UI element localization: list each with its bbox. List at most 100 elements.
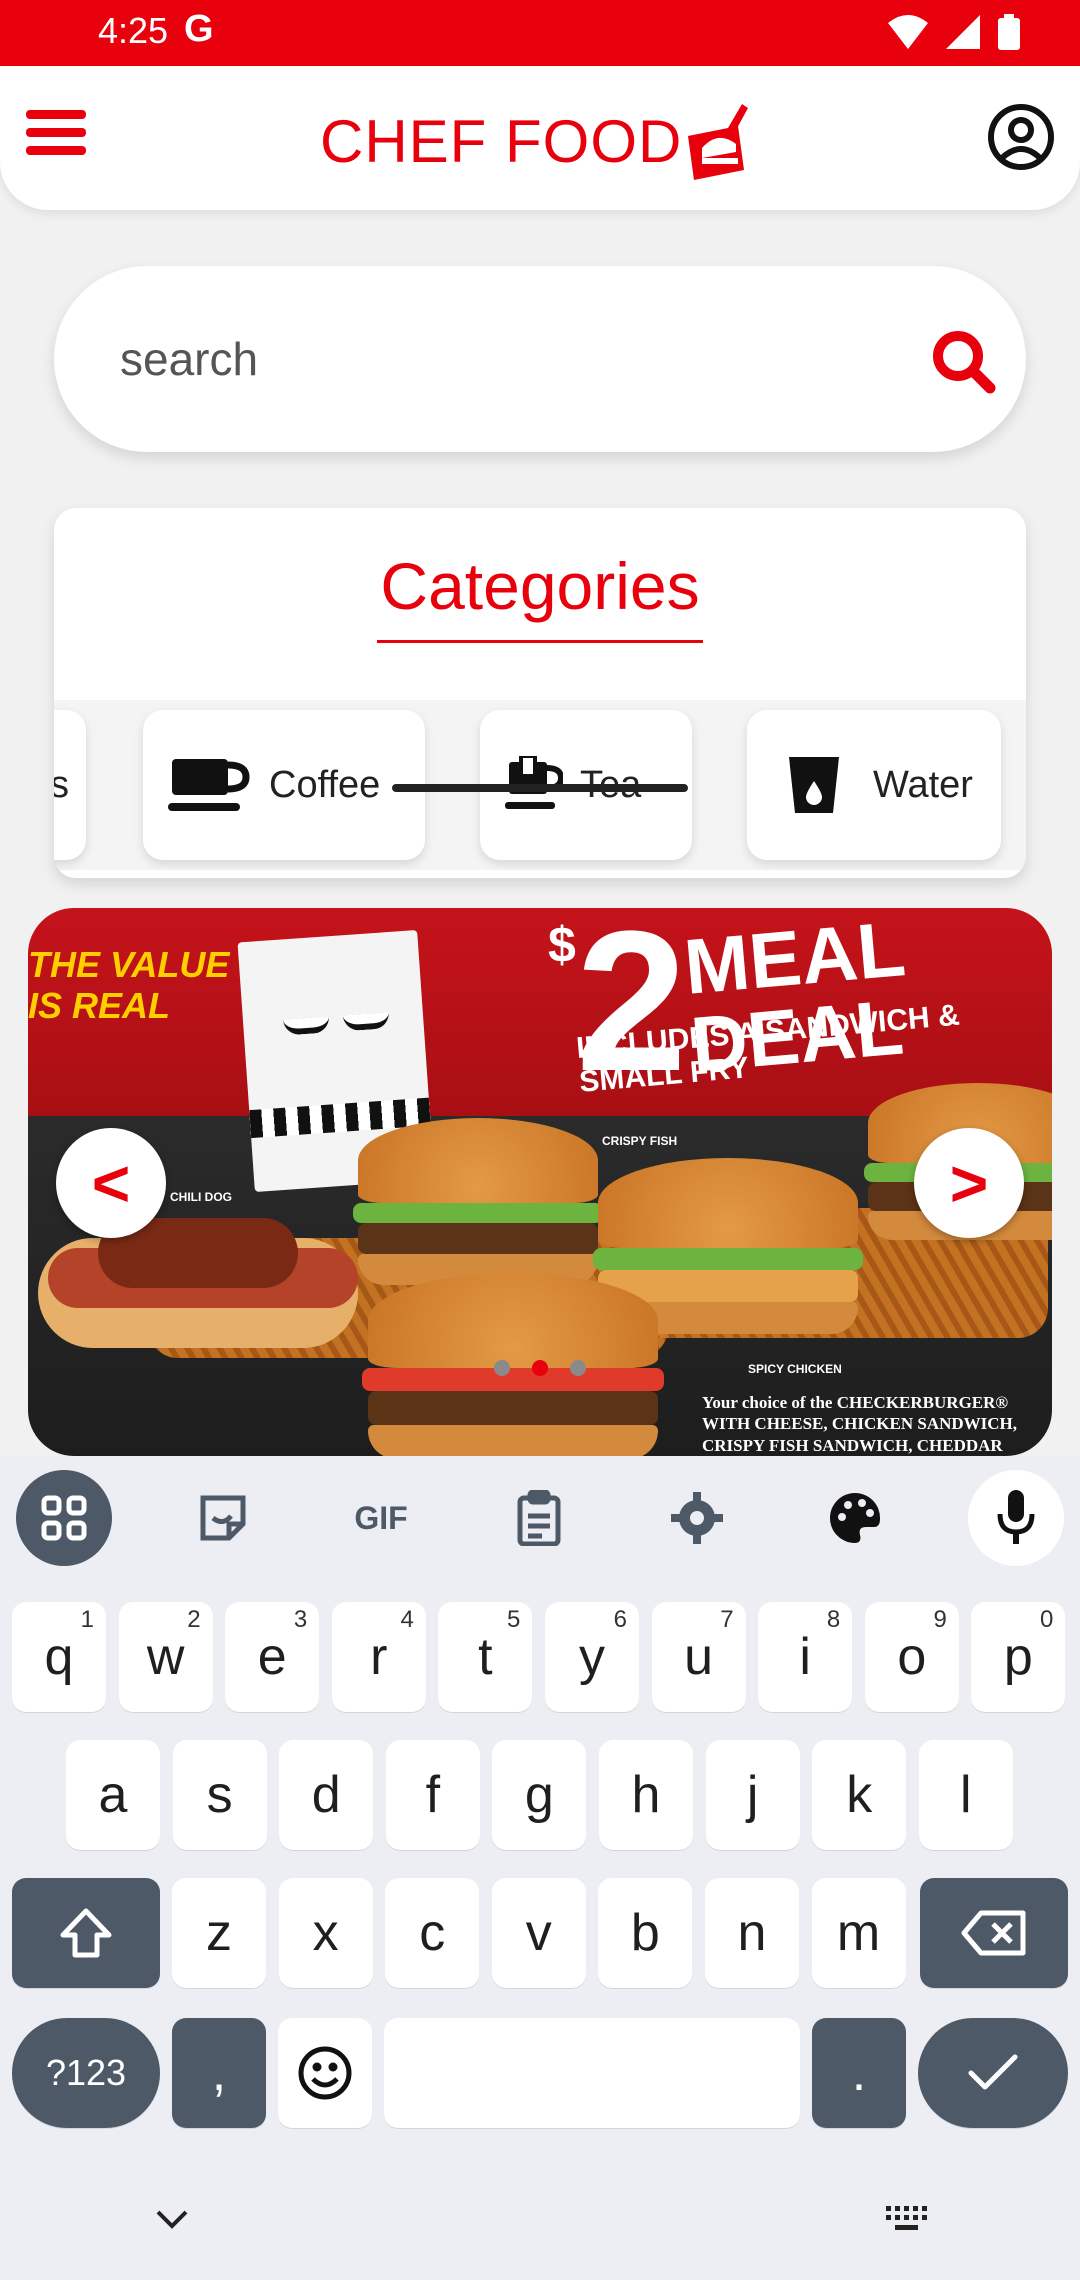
sticker-icon[interactable] xyxy=(176,1478,270,1558)
key-label: i xyxy=(799,1628,811,1686)
key-label: o xyxy=(897,1628,927,1686)
key-p[interactable]: p0 xyxy=(971,1602,1066,1712)
settings-gear-icon[interactable] xyxy=(650,1478,744,1558)
period-key[interactable]: . xyxy=(812,2018,906,2128)
key-label: e xyxy=(257,1628,287,1686)
key-j[interactable]: j xyxy=(705,1740,800,1850)
key-b[interactable]: b xyxy=(598,1878,693,1988)
water-glass-icon xyxy=(769,755,859,815)
key-a[interactable]: a xyxy=(66,1740,160,1850)
soft-keyboard: GIF q 1 w 2 e 3 r 4 t 5 y 6 u 7 i 8 o 9 … xyxy=(0,1456,1080,2280)
food-label: CHILI DOG xyxy=(170,1190,232,1204)
key-hint: 7 xyxy=(720,1606,734,1633)
key-k[interactable]: k xyxy=(812,1740,907,1850)
tagline-line: THE VALUE xyxy=(28,944,230,985)
gif-button[interactable]: GIF xyxy=(334,1478,428,1558)
key-hint: 6 xyxy=(613,1606,627,1633)
key-hint: 1 xyxy=(80,1606,94,1633)
shift-key[interactable] xyxy=(12,1878,160,1988)
home-gesture-bar[interactable] xyxy=(392,784,688,792)
food-label: SPICY CHICKEN xyxy=(748,1362,842,1376)
profile-icon[interactable] xyxy=(986,102,1056,172)
coffee-cup-icon xyxy=(165,755,255,815)
price-symbol: $ xyxy=(548,917,576,973)
tagline-line: IS REAL xyxy=(28,985,171,1027)
banner-next-button[interactable]: > xyxy=(914,1128,1024,1238)
key-hint: 4 xyxy=(400,1606,414,1633)
keyboard-switch-icon[interactable] xyxy=(886,2206,930,2239)
key-u[interactable]: u7 xyxy=(651,1602,746,1712)
key-t[interactable]: t5 xyxy=(438,1602,533,1712)
banner-fine-print: Your choice of the CHECKERBURGER® WITH C… xyxy=(702,1393,1018,1455)
apps-grid-icon[interactable] xyxy=(16,1470,112,1566)
key-g[interactable]: g xyxy=(492,1740,587,1850)
carousel-dot-active[interactable] xyxy=(532,1360,548,1376)
banner-prev-button[interactable]: < xyxy=(56,1128,166,1238)
key-s[interactable]: s xyxy=(172,1740,267,1850)
key-label: u xyxy=(684,1628,714,1686)
food-label: CRISPY FISH xyxy=(602,1134,678,1148)
enter-check-key[interactable] xyxy=(918,2018,1068,2128)
key-d[interactable]: d xyxy=(279,1740,374,1850)
key-v[interactable]: v xyxy=(491,1878,586,1988)
promo-banner[interactable]: THE VALUE IS REAL $2 MEAL DEAL INCLUDES … xyxy=(28,908,1052,1456)
key-w[interactable]: w2 xyxy=(118,1602,213,1712)
search-input[interactable] xyxy=(120,316,880,402)
category-label: Coffee xyxy=(269,763,381,806)
key-e[interactable]: e3 xyxy=(225,1602,320,1712)
key-hint: 9 xyxy=(933,1606,947,1633)
key-y[interactable]: y6 xyxy=(545,1602,639,1712)
key-q[interactable]: q1 xyxy=(12,1602,106,1712)
space-key[interactable] xyxy=(384,2018,800,2128)
key-hint: 0 xyxy=(1040,1606,1054,1633)
key-o[interactable]: o9 xyxy=(864,1602,959,1712)
banner-tagline: THE VALUE IS REAL xyxy=(28,944,229,1027)
key-h[interactable]: h xyxy=(599,1740,693,1850)
category-chip-water[interactable]: Water xyxy=(747,710,1001,860)
carousel-dot[interactable] xyxy=(494,1360,510,1376)
signal-icon xyxy=(946,15,980,49)
microphone-icon[interactable] xyxy=(968,1470,1064,1566)
category-chip-coffee[interactable]: Coffee xyxy=(143,710,425,860)
category-chip-partial[interactable]: s xyxy=(54,710,86,860)
key-hint: 5 xyxy=(507,1606,521,1633)
categories-title: Categories xyxy=(380,549,700,623)
carousel-dot[interactable] xyxy=(570,1360,586,1376)
logo-text: CHEF FOOD xyxy=(320,107,683,175)
key-m[interactable]: m xyxy=(811,1878,906,1988)
key-hint: 3 xyxy=(293,1606,308,1633)
menu-icon[interactable] xyxy=(26,110,86,160)
key-label: t xyxy=(478,1628,493,1686)
key-label: q xyxy=(44,1628,74,1686)
key-n[interactable]: n xyxy=(705,1878,799,1988)
emoji-key[interactable] xyxy=(278,2018,372,2128)
key-x[interactable]: x xyxy=(278,1878,373,1988)
backspace-key[interactable] xyxy=(920,1878,1068,1988)
clipboard-icon[interactable] xyxy=(492,1478,586,1558)
category-label: s xyxy=(54,763,69,806)
burger-image xyxy=(353,1118,603,1288)
carrier-icon: G xyxy=(184,8,214,50)
key-f[interactable]: f xyxy=(385,1740,480,1850)
hide-keyboard-chevron-icon[interactable] xyxy=(154,2208,190,2237)
category-label: Water xyxy=(873,763,973,806)
key-l[interactable]: l xyxy=(918,1740,1013,1850)
status-bar: 4:25 G xyxy=(0,0,1080,66)
battery-icon xyxy=(998,14,1020,50)
key-label: w xyxy=(146,1628,185,1686)
food-bag-icon xyxy=(688,104,749,180)
key-z[interactable]: z xyxy=(172,1878,266,1988)
search-bar xyxy=(54,266,1026,452)
status-icons xyxy=(888,14,1020,50)
categories-underline xyxy=(377,640,703,643)
search-icon[interactable] xyxy=(928,326,998,396)
symbols-key[interactable]: ?123 xyxy=(12,2018,160,2128)
key-r[interactable]: r4 xyxy=(331,1602,426,1712)
key-i[interactable]: i8 xyxy=(758,1602,853,1712)
key-label: p xyxy=(1003,1628,1033,1686)
key-c[interactable]: c xyxy=(385,1878,480,1988)
palette-icon[interactable] xyxy=(808,1478,902,1558)
app-header: CHEF FOOD xyxy=(0,66,1080,210)
comma-key[interactable]: , xyxy=(172,2018,266,2128)
key-hint: 2 xyxy=(187,1606,201,1633)
